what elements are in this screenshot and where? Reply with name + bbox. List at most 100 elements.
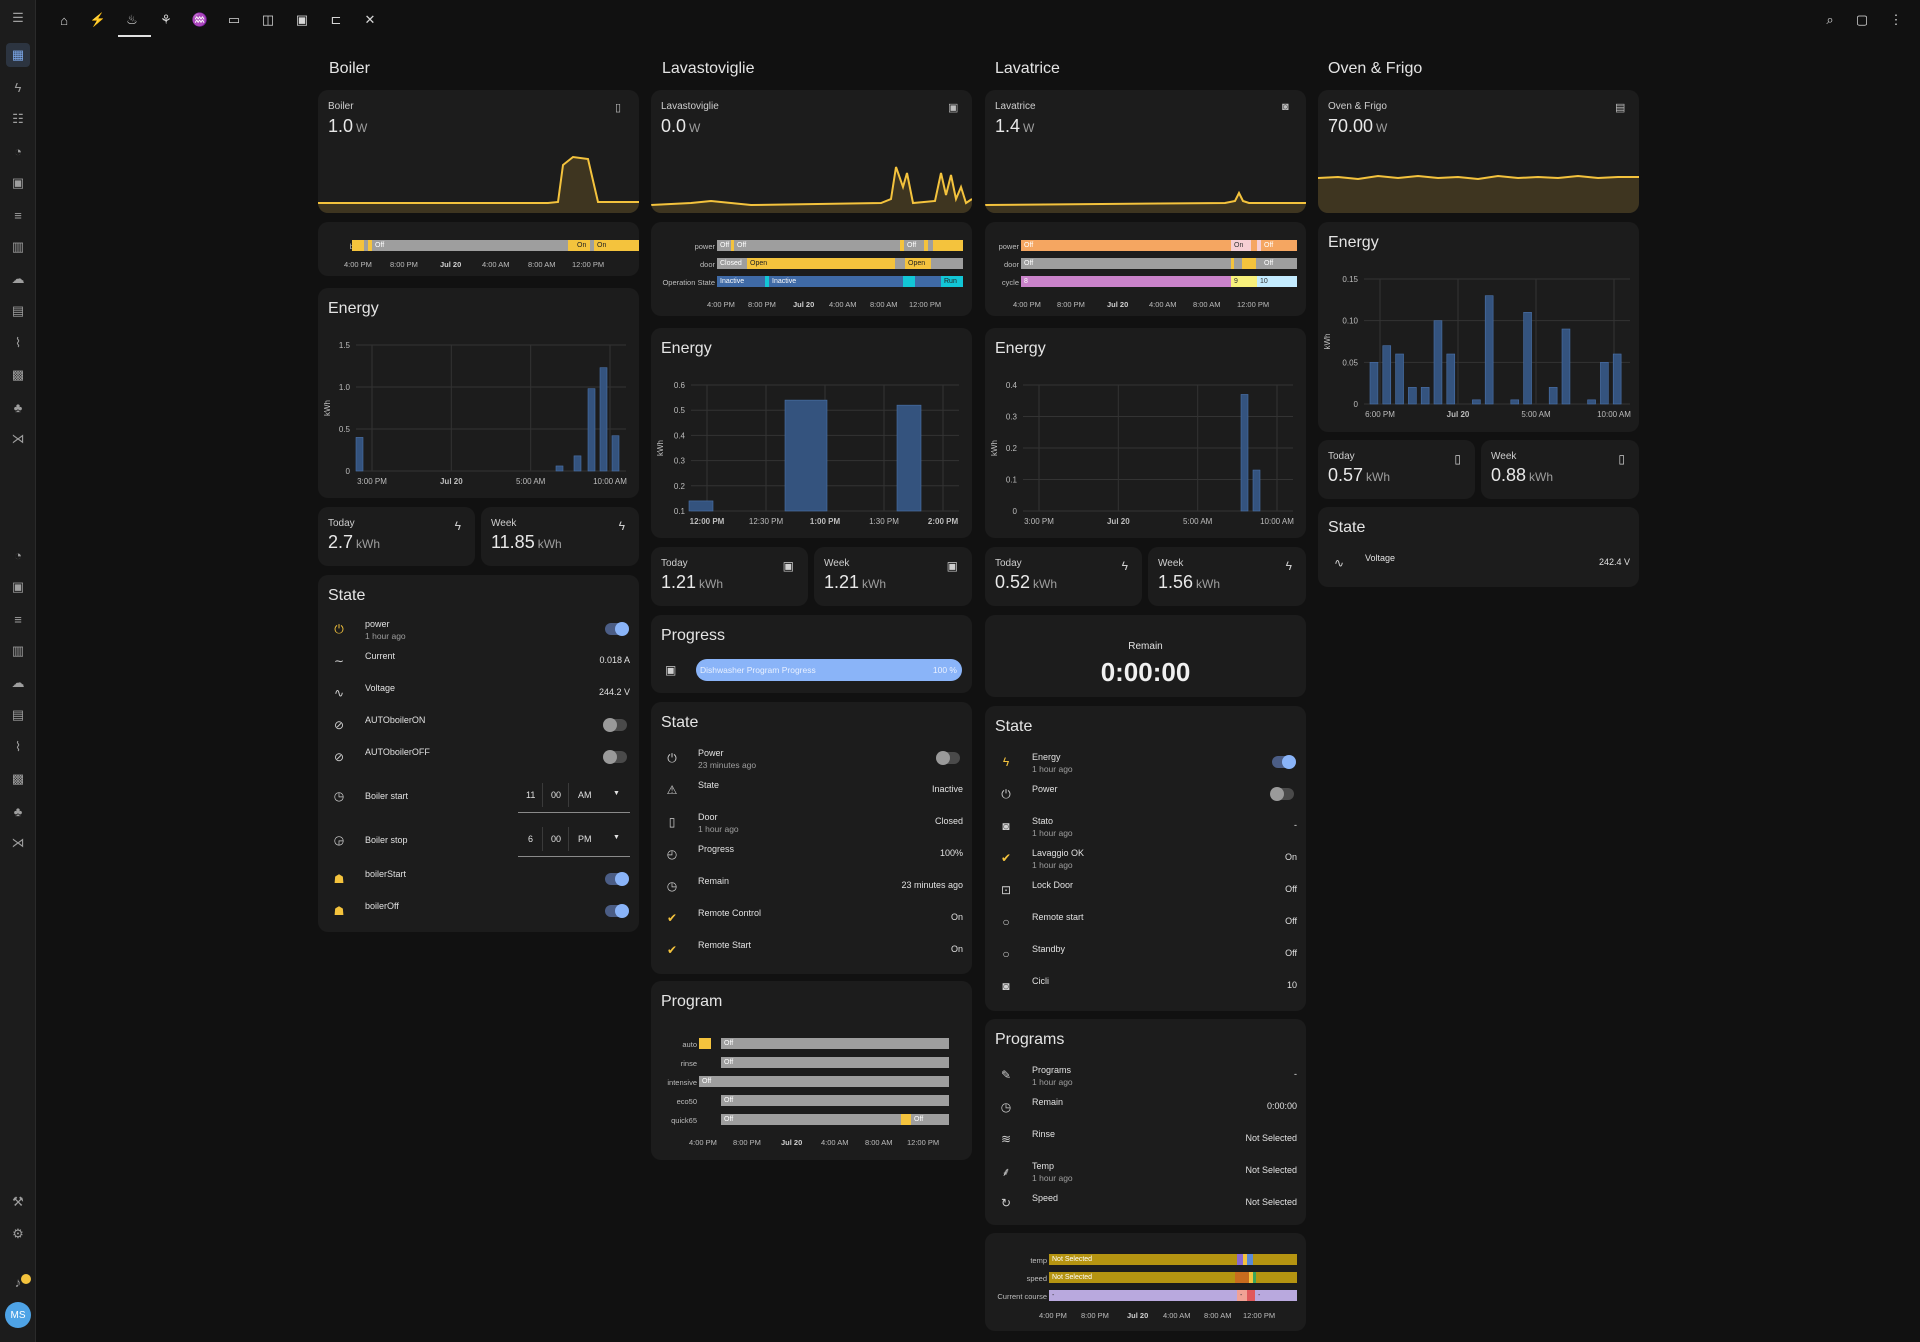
entity-row[interactable]: ϟ Energy 1 hour ago bbox=[985, 748, 1306, 776]
entity-row[interactable]: ⊘ AUTOboilerOFF bbox=[318, 743, 639, 771]
avatar[interactable]: MS bbox=[5, 1302, 31, 1328]
list-icon[interactable]: ≡ bbox=[6, 203, 30, 227]
entity-row[interactable]: ◷ Remain 0:00:00 bbox=[985, 1093, 1306, 1121]
dashboard-icon[interactable]: ▦ bbox=[6, 43, 30, 67]
boiler-start-time-input[interactable]: 11 00 AM ▼ bbox=[518, 777, 630, 813]
entity-row[interactable]: ◶ Boiler stop 6 00 PM ▼ bbox=[318, 819, 639, 863]
network-icon-2[interactable]: ♣ bbox=[6, 799, 30, 823]
monitor-icon[interactable]: ▭ bbox=[222, 8, 246, 32]
radiator-icon[interactable]: ♒ bbox=[188, 8, 212, 32]
lavatrice-sensor-card[interactable]: Lavatrice 1.4 W ◙ bbox=[985, 90, 1306, 213]
lavastoviglie-week-card[interactable]: Week 1.21 kWh ▣ bbox=[814, 547, 972, 606]
lavatrice-timeline-card[interactable]: power Off On Off door Off Off cycle 8 9 … bbox=[985, 222, 1306, 316]
boilerstart-toggle[interactable] bbox=[605, 872, 629, 886]
tree-icon[interactable]: ⊏ bbox=[324, 8, 348, 32]
entity-row[interactable]: ∿ Voltage 242.4 V bbox=[1318, 549, 1639, 577]
washing-machine-icon[interactable]: ⚘ bbox=[154, 8, 178, 32]
list-icon-2[interactable]: ≡ bbox=[6, 607, 30, 631]
entity-row[interactable]: ◷ Remain 23 minutes ago bbox=[651, 872, 972, 900]
entity-row[interactable]: ▯ Door 1 hour ago Closed bbox=[651, 808, 972, 836]
entity-row[interactable]: ◙ Cicli 10 bbox=[985, 972, 1306, 1000]
power-toggle[interactable] bbox=[605, 622, 629, 636]
power-toggle[interactable] bbox=[1270, 787, 1294, 801]
dishwasher-icon[interactable]: ♨ bbox=[120, 8, 144, 32]
minute-field[interactable]: 00 bbox=[551, 834, 561, 844]
lavatrice-week-card[interactable]: Week 1.56 kWh ϟ bbox=[1148, 547, 1306, 606]
home-icon[interactable]: ⌂ bbox=[52, 8, 76, 32]
hour-field[interactable]: 6 bbox=[528, 834, 533, 844]
entity-row[interactable]: ○ Standby Off bbox=[985, 940, 1306, 968]
lavatrice-course-timeline-card[interactable]: temp Not Selected speed Not Selected Cur… bbox=[985, 1233, 1306, 1331]
history-icon-2[interactable]: ⌇ bbox=[6, 735, 30, 759]
chat-icon-2[interactable]: ▣ bbox=[6, 575, 30, 599]
lavastoviglie-sensor-card[interactable]: Lavastoviglie 0.0 W ▣ bbox=[651, 90, 972, 213]
hour-field[interactable]: 11 bbox=[526, 790, 535, 800]
plug-icon[interactable]: ⚡ bbox=[86, 8, 110, 32]
entity-row[interactable]: ↻ Speed Not Selected bbox=[985, 1189, 1306, 1217]
entity-row[interactable]: ✔ Remote Control On bbox=[651, 904, 972, 932]
search-icon[interactable]: ⌕ bbox=[1818, 8, 1842, 32]
code-icon[interactable]: ⋊ bbox=[6, 427, 30, 451]
boiler-today-card[interactable]: Today 2.7 kWh ϟ bbox=[318, 507, 475, 566]
chevron-down-icon[interactable]: ▼ bbox=[613, 790, 620, 797]
entity-row[interactable]: ⏻ power 1 hour ago bbox=[318, 615, 639, 643]
calendar-icon[interactable]: ▤ bbox=[6, 299, 30, 323]
entity-row[interactable]: ◴ Progress 100% bbox=[651, 840, 972, 868]
cloud-icon[interactable]: ☁ bbox=[6, 267, 30, 291]
entity-row[interactable]: ⊡ Lock Door Off bbox=[985, 876, 1306, 904]
oven-sensor-card[interactable]: Oven & Frigo 70.00 W ▤ bbox=[1318, 90, 1639, 213]
entity-row[interactable]: ○ Remote start Off bbox=[985, 908, 1306, 936]
boiler-sensor-card[interactable]: Boiler 1.0 W ▯ bbox=[318, 90, 639, 213]
logbook-icon[interactable]: ☷ bbox=[6, 107, 30, 131]
entity-row[interactable]: ⸙ Temp 1 hour ago Not Selected bbox=[985, 1157, 1306, 1185]
boiler-timeline-card[interactable]: boiler Off On On 4:00 PM 8:00 PM Jul 20 … bbox=[318, 222, 639, 276]
more-icon[interactable]: ⋮ bbox=[1884, 8, 1908, 32]
minute-field[interactable]: 00 bbox=[551, 790, 561, 800]
menu-icon[interactable]: ☰ bbox=[6, 6, 30, 30]
panel-icon[interactable]: ▣ bbox=[290, 8, 314, 32]
entity-row[interactable]: ⚠ State Inactive bbox=[651, 776, 972, 804]
entity-row[interactable]: ⏻ Power 23 minutes ago bbox=[651, 744, 972, 772]
boileroff-toggle[interactable] bbox=[605, 904, 629, 918]
lavastoviglie-program-card[interactable]: Program auto Off rinse Off intensive Off… bbox=[651, 981, 972, 1160]
oven-week-card[interactable]: Week 0.88 kWh ▯ bbox=[1481, 440, 1639, 499]
energy-icon[interactable]: ϟ bbox=[6, 75, 30, 99]
ampm-field[interactable]: AM bbox=[578, 790, 592, 800]
lavastoviglie-today-card[interactable]: Today 1.21 kWh ▣ bbox=[651, 547, 808, 606]
assist-icon[interactable]: ▢ bbox=[1850, 8, 1874, 32]
entity-row[interactable]: ∿ Voltage 244.2 V bbox=[318, 679, 639, 707]
chart-box-icon-2[interactable]: ▥ bbox=[6, 639, 30, 663]
calendar-icon-2[interactable]: ▤ bbox=[6, 703, 30, 727]
ampm-field[interactable]: PM bbox=[578, 834, 592, 844]
media-icon[interactable]: ▩ bbox=[6, 363, 30, 387]
energy-toggle[interactable] bbox=[1272, 755, 1296, 769]
entity-row[interactable]: ∼ Current 0.018 A bbox=[318, 647, 639, 675]
chevron-down-icon[interactable]: ▼ bbox=[613, 834, 620, 841]
cloud-icon-2[interactable]: ☁ bbox=[6, 671, 30, 695]
toggle-panel-icon[interactable]: ◫ bbox=[256, 8, 280, 32]
settings-icon[interactable]: ⚙ bbox=[6, 1222, 30, 1246]
entity-row[interactable]: ✔ Remote Start On bbox=[651, 936, 972, 964]
code-icon-2[interactable]: ⋊ bbox=[6, 831, 30, 855]
lavastoviglie-timeline-card[interactable]: power Off Off Off door Closed Open Open … bbox=[651, 222, 972, 316]
entity-row[interactable]: ☗ boilerOff bbox=[318, 897, 639, 925]
entity-row[interactable]: ✔ Lavaggio OK 1 hour ago On bbox=[985, 844, 1306, 872]
progress-track[interactable]: Dishwasher Program Progress 100 % bbox=[696, 659, 962, 681]
gauge-icon[interactable]: ◔ bbox=[6, 139, 30, 163]
history-icon[interactable]: ⌇ bbox=[6, 331, 30, 355]
hammer-icon[interactable]: ⚒ bbox=[6, 1190, 30, 1214]
autoboiler-off-toggle[interactable] bbox=[603, 750, 627, 764]
entity-row[interactable]: ⊘ AUTOboilerON bbox=[318, 711, 639, 739]
entity-row[interactable]: ≋ Rinse Not Selected bbox=[985, 1125, 1306, 1153]
entity-row[interactable]: ◙ Stato 1 hour ago - bbox=[985, 812, 1306, 840]
entity-row[interactable]: ◷ Boiler start 11 00 AM ▼ bbox=[318, 775, 639, 819]
network-icon[interactable]: ♣ bbox=[6, 395, 30, 419]
entity-row[interactable]: ⏻ Power bbox=[985, 780, 1306, 808]
entity-row[interactable]: ☗ boilerStart bbox=[318, 865, 639, 893]
boiler-stop-time-input[interactable]: 6 00 PM ▼ bbox=[518, 821, 630, 857]
tools-icon[interactable]: ✕ bbox=[358, 8, 382, 32]
gauge-icon-2[interactable]: ◔ bbox=[6, 543, 30, 567]
media-icon-2[interactable]: ▩ bbox=[6, 767, 30, 791]
boiler-week-card[interactable]: Week 11.85 kWh ϟ bbox=[481, 507, 639, 566]
autoboiler-on-toggle[interactable] bbox=[603, 718, 627, 732]
